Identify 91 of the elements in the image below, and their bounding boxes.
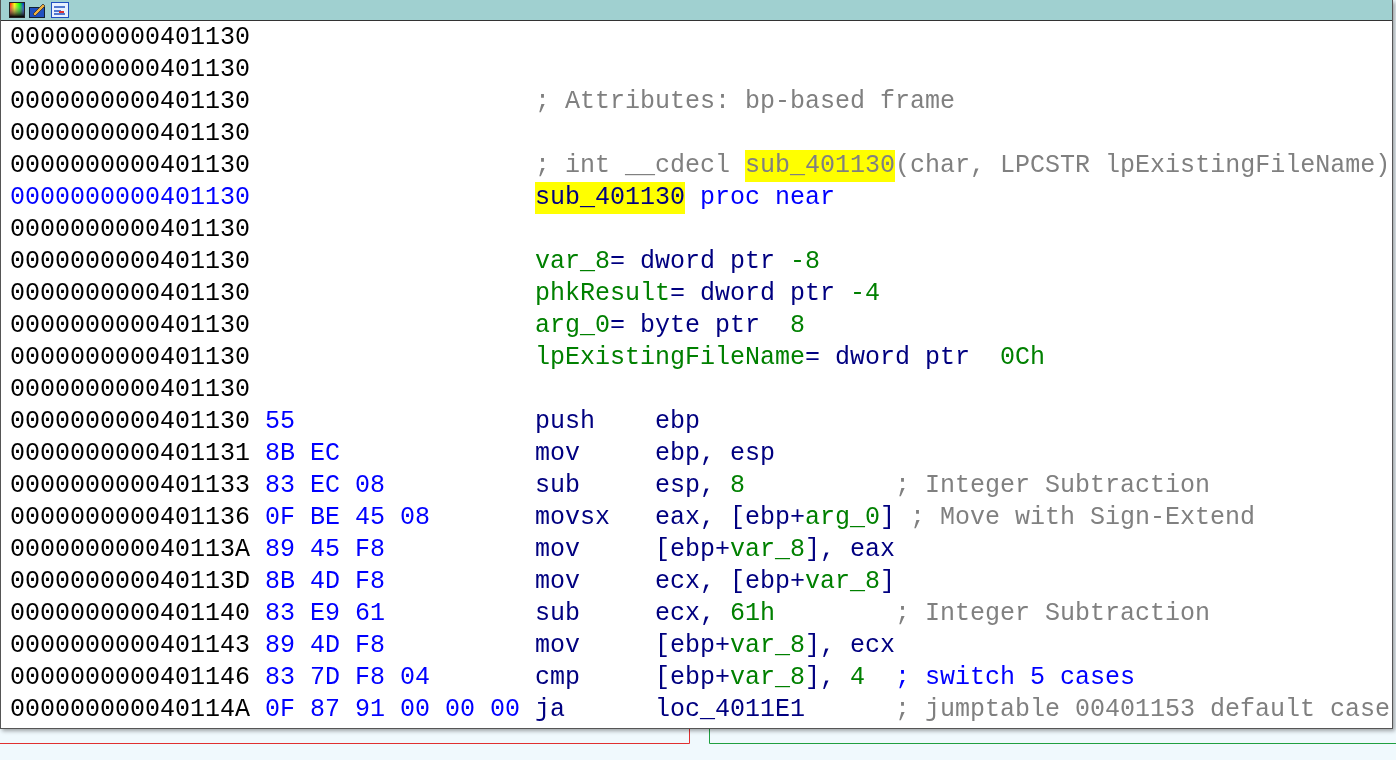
number-literal: -8	[790, 246, 821, 278]
operand-text: = dword ptr	[610, 246, 777, 278]
operand-text: ]	[880, 502, 896, 534]
highlighted-label: sub_401130	[535, 182, 686, 214]
operand-text: ecx,	[655, 598, 716, 630]
opcode-bytes: 55	[265, 406, 296, 438]
highlighted-name: sub_401130	[745, 150, 896, 182]
mnemonic-text: mov	[535, 566, 581, 598]
address-text: 0000000000401130	[10, 86, 252, 118]
operand-text: ],	[805, 662, 837, 694]
operand-text: ecx, [ebp+	[655, 566, 806, 598]
address-text: 0000000000401133	[10, 470, 252, 502]
opcode-bytes: 89 4D F8	[265, 630, 387, 662]
operand-text: ], eax	[805, 534, 896, 566]
number-literal: 8	[730, 470, 746, 502]
address-text: 000000000040113D	[10, 566, 252, 598]
opcode-bytes: 8B 4D F8	[265, 566, 387, 598]
mnemonic-text: sub	[535, 470, 581, 502]
operand-text: loc_4011E1	[655, 694, 806, 726]
mnemonic-text: cmp	[535, 662, 581, 694]
address-text: 0000000000401130	[10, 182, 252, 214]
comment-text: ; Attributes: bp-based frame	[535, 86, 956, 118]
opcode-bytes: 83 E9 61	[265, 598, 387, 630]
opcode-bytes: 0F BE 45 08	[265, 502, 432, 534]
variable-name: phkResult	[535, 278, 671, 310]
graph-icon[interactable]	[51, 2, 69, 18]
operand-text: ebp, esp	[655, 438, 776, 470]
operand-text: = dword ptr	[670, 278, 837, 310]
address-text: 0000000000401130	[10, 54, 252, 86]
operand-text: [ebp+	[655, 662, 730, 694]
pencil-icon[interactable]	[29, 2, 47, 18]
address-text: 0000000000401130	[10, 406, 252, 438]
comment-text: ; jumptable 00401153 default case	[895, 694, 1391, 726]
mnemonic-text: sub	[535, 598, 581, 630]
operand-text: ]	[880, 566, 896, 598]
color-palette-icon[interactable]	[9, 2, 25, 18]
opcode-bytes: 83 7D F8 04	[265, 662, 432, 694]
address-text: 0000000000401130	[10, 374, 252, 406]
mnemonic-text: mov	[535, 534, 581, 566]
mnemonic-text: ja	[535, 694, 566, 726]
variable-name: arg_0	[535, 310, 610, 342]
operand-text: eax, [ebp+	[655, 502, 806, 534]
address-text: 0000000000401130	[10, 150, 252, 182]
keyword-text: proc near	[699, 182, 836, 214]
number-literal: 8	[790, 310, 806, 342]
opcode-bytes: 0F 87 91 00 00 00	[265, 694, 522, 726]
operand-text: ebp	[655, 406, 700, 438]
operand-text: [ebp+	[655, 630, 730, 662]
address-text: 0000000000401136	[10, 502, 252, 534]
operand-text: esp,	[655, 470, 716, 502]
opcode-bytes: 83 EC 08	[265, 470, 387, 502]
opcode-bytes: 89 45 F8	[265, 534, 387, 566]
variable-name: arg_0	[805, 502, 881, 534]
address-text: 0000000000401131	[10, 438, 252, 470]
mnemonic-text: mov	[535, 438, 581, 470]
number-literal: 61h	[730, 598, 776, 630]
number-literal: 4	[850, 662, 866, 694]
mnemonic-text: mov	[535, 630, 581, 662]
variable-name: var_8	[805, 566, 881, 598]
comment-text: ; Integer Subtraction	[895, 470, 1211, 502]
keyword-text: ; switch 5 cases	[895, 662, 1136, 694]
comment-text: (char, LPCSTR lpExistingFileName)	[895, 150, 1391, 182]
address-text: 000000000040113A	[10, 534, 252, 566]
comment-text: ; int __cdecl	[535, 150, 732, 182]
address-text: 0000000000401140	[10, 598, 252, 630]
address-text: 0000000000401130	[10, 342, 252, 374]
mnemonic-text: push	[535, 406, 596, 438]
variable-name: var_8	[730, 534, 806, 566]
address-text: 0000000000401130	[10, 246, 252, 278]
address-text: 0000000000401146	[10, 662, 252, 694]
comment-text: ; Move with Sign-Extend	[910, 502, 1256, 534]
address-text: 0000000000401130	[10, 214, 252, 246]
variable-name: var_8	[730, 662, 806, 694]
operand-text: ], ecx	[805, 630, 896, 662]
variable-name: var_8	[730, 630, 806, 662]
number-literal: -4	[850, 278, 881, 310]
address-text: 000000000040114A	[10, 694, 252, 726]
address-text: 0000000000401130	[10, 118, 252, 150]
operand-text: [ebp+	[655, 534, 730, 566]
address-text: 0000000000401130	[10, 22, 252, 54]
operand-text: = byte ptr	[610, 310, 762, 342]
operand-text: = dword ptr	[805, 342, 972, 374]
address-text: 0000000000401130	[10, 310, 252, 342]
comment-text: ; Integer Subtraction	[895, 598, 1211, 630]
variable-name: var_8	[535, 246, 610, 278]
address-text: 0000000000401143	[10, 630, 252, 662]
address-text: 0000000000401130	[10, 278, 252, 310]
variable-name: lpExistingFileName	[535, 342, 806, 374]
mnemonic-text: movsx	[535, 502, 611, 534]
number-literal: 0Ch	[1000, 342, 1046, 374]
opcode-bytes: 8B EC	[265, 438, 341, 470]
